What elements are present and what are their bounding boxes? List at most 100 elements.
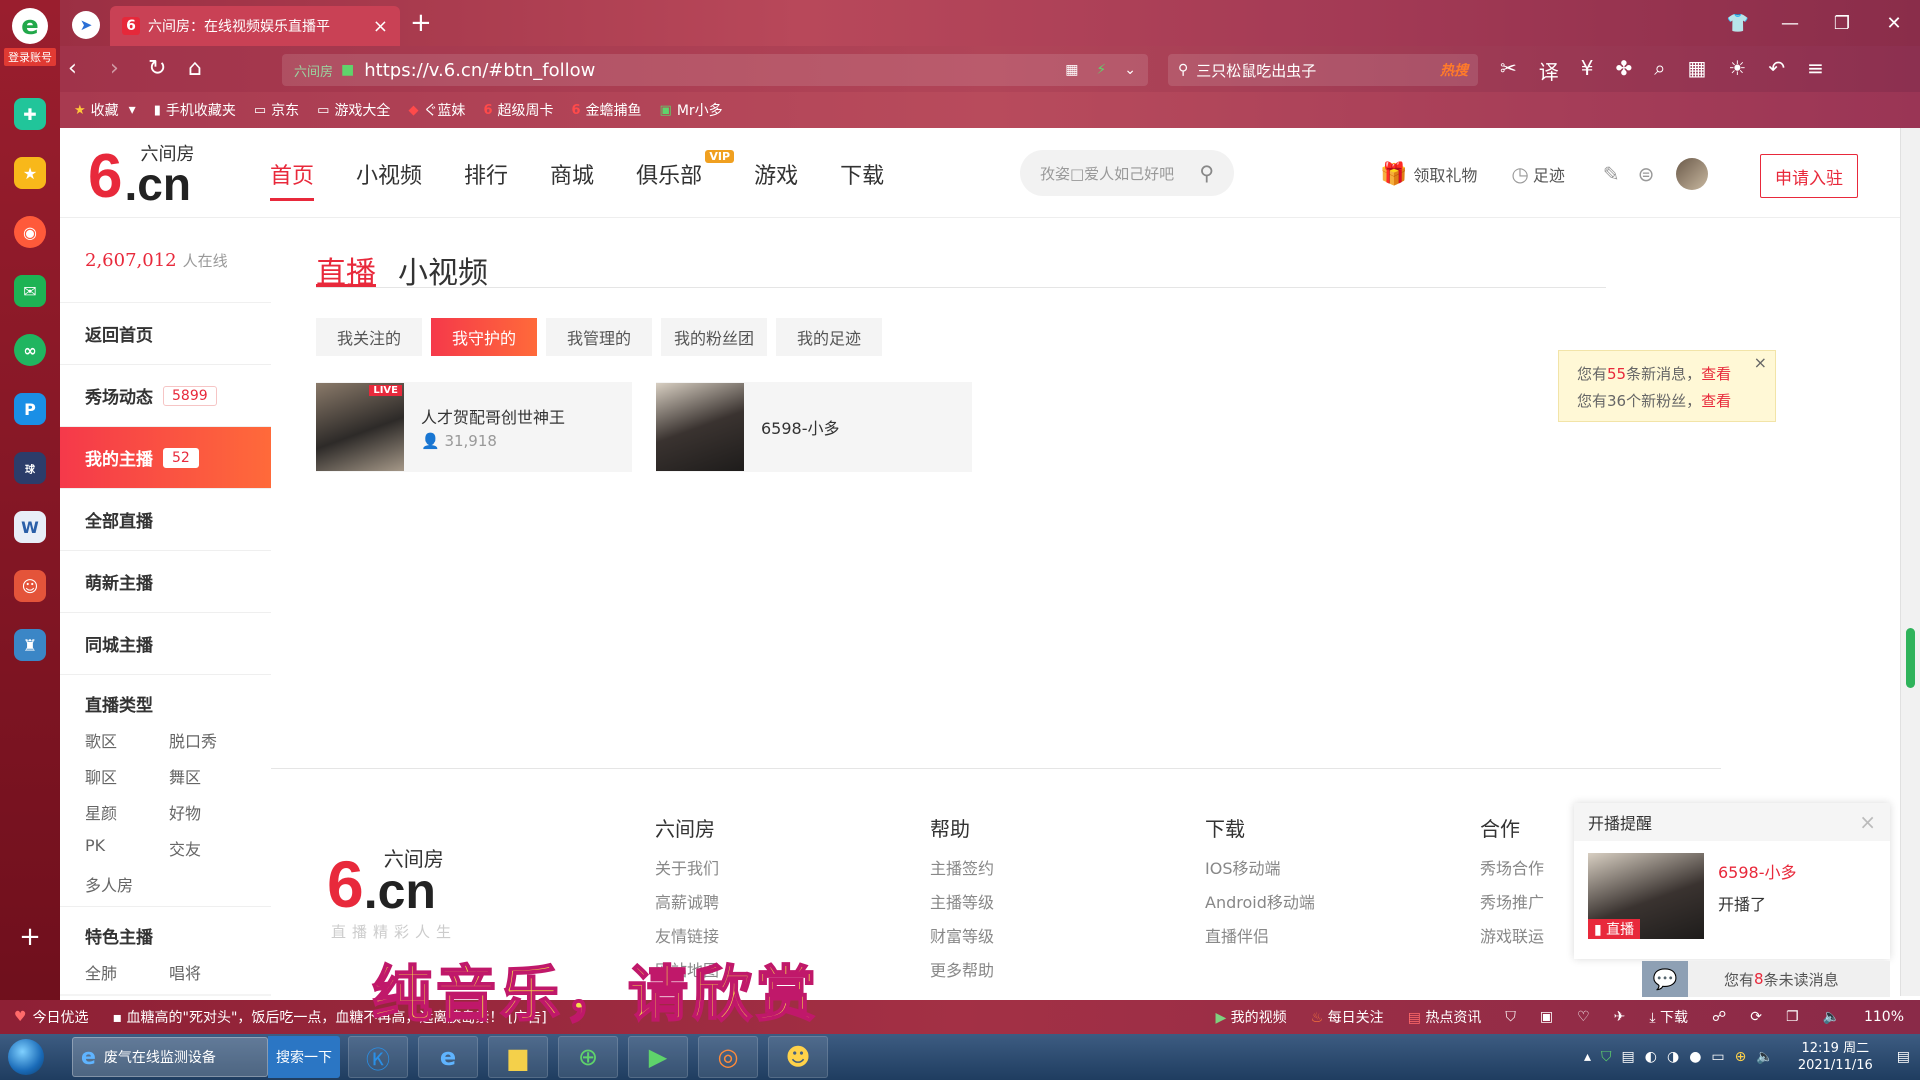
- image-icon[interactable]: ▣: [1540, 1009, 1553, 1025]
- kugou-icon[interactable]: Ⓚ: [348, 1036, 408, 1078]
- shield-icon[interactable]: ⛉: [1505, 1009, 1516, 1025]
- tab-close-icon[interactable]: ×: [373, 16, 388, 37]
- nav-games[interactable]: 游戏: [754, 158, 798, 201]
- today-picks-link[interactable]: 今日优选: [33, 1007, 89, 1027]
- network-icon[interactable]: ☍: [1712, 1009, 1726, 1025]
- browser-account[interactable]: e 登录账号: [0, 0, 60, 74]
- bookmark-item[interactable]: ★ 收藏 ▾: [74, 100, 136, 120]
- type-link[interactable]: 好物: [169, 800, 253, 824]
- restore-icon[interactable]: ❐: [1816, 13, 1868, 34]
- browser-tab-active[interactable]: 6 六间房：在线视频娱乐直播平 ×: [110, 6, 400, 46]
- download-link[interactable]: ⤓ 下载: [1649, 1007, 1688, 1027]
- speaker-icon[interactable]: 🔈: [1756, 1049, 1773, 1065]
- translate-icon[interactable]: 译: [1539, 56, 1559, 85]
- tab-short-video[interactable]: 小视频: [398, 248, 488, 291]
- footer-link[interactable]: 游戏联运: [1480, 920, 1544, 954]
- type-link[interactable]: 舞区: [169, 764, 253, 788]
- navigation-compass-icon[interactable]: ➤: [72, 11, 100, 39]
- qq-icon[interactable]: ◐: [1645, 1049, 1657, 1065]
- circle-icon[interactable]: ●: [1689, 1049, 1701, 1065]
- anchor-name[interactable]: 人才贺配哥创世神王: [421, 404, 565, 428]
- volume-icon[interactable]: 🔈: [1823, 1009, 1840, 1025]
- bookmark-item[interactable]: ◆ ぐ蓝妹: [408, 100, 465, 120]
- qr-code-icon[interactable]: ▦: [1065, 62, 1078, 78]
- weibo-icon[interactable]: ◉: [14, 216, 46, 248]
- subtab-guarding[interactable]: 我守护的: [431, 318, 537, 356]
- page-scrollbar[interactable]: [1900, 128, 1920, 996]
- type-link[interactable]: 脱口秀: [169, 728, 253, 752]
- search-icon[interactable]: ⚲: [1199, 161, 1214, 185]
- nav-mall[interactable]: 商城: [550, 158, 594, 201]
- clock-icon[interactable]: ◷: [1511, 162, 1528, 186]
- anchor-thumbnail[interactable]: ▮ 直播: [1588, 853, 1704, 939]
- nav-ranking[interactable]: 排行: [464, 158, 508, 201]
- subtab-following[interactable]: 我关注的: [316, 318, 422, 356]
- new-tab-button[interactable]: +: [410, 8, 432, 38]
- folder-icon[interactable]: ▆: [488, 1036, 548, 1078]
- display-icon[interactable]: ▭: [1711, 1049, 1724, 1065]
- mail-icon[interactable]: ✉: [14, 275, 46, 307]
- site-logo[interactable]: 6 六间房 .cn: [88, 146, 194, 208]
- footer-link[interactable]: 秀场合作: [1480, 852, 1544, 886]
- unread-messages-bar[interactable]: 💬 您有 8 条未读消息: [1642, 961, 1890, 997]
- edit-icon[interactable]: ✎: [1603, 162, 1620, 186]
- apply-join-button[interactable]: 申请入驻: [1760, 154, 1858, 198]
- forward-icon[interactable]: ›: [110, 56, 119, 81]
- browser-icon[interactable]: ⊕: [558, 1036, 618, 1078]
- sidebar-item-home[interactable]: 返回首页: [60, 303, 271, 365]
- anchor-thumbnail[interactable]: [656, 383, 744, 471]
- type-link[interactable]: 全肺: [85, 960, 169, 984]
- url-dropdown-icon[interactable]: ⌄: [1124, 62, 1136, 78]
- window-icon[interactable]: ❐: [1786, 1009, 1799, 1025]
- daily-follow-link[interactable]: ♨ 每日关注: [1311, 1007, 1384, 1027]
- view-fans-link[interactable]: 查看: [1701, 392, 1731, 410]
- subtab-managing[interactable]: 我管理的: [546, 318, 652, 356]
- browser-menu-icon[interactable]: ≡: [1807, 56, 1824, 85]
- subtab-fan-club[interactable]: 我的粉丝团: [661, 318, 767, 356]
- sidebar-item-all-live[interactable]: 全部直播: [60, 489, 271, 551]
- url-text[interactable]: https://v.6.cn/#btn_follow: [364, 60, 1065, 81]
- type-link[interactable]: 星颜: [85, 800, 169, 824]
- bookmark-item[interactable]: ▮ 手机收藏夹: [154, 100, 236, 120]
- speed-icon[interactable]: ✈: [1614, 1009, 1626, 1025]
- gamepad-icon[interactable]: ✤: [1616, 56, 1633, 85]
- browser-search-input[interactable]: 三只松鼠吃出虫子: [1196, 60, 1440, 81]
- sidebar-item-show-updates[interactable]: 秀场动态 5899: [60, 365, 271, 427]
- bookmark-item[interactable]: ▭ 京东: [254, 100, 299, 120]
- site-search-input[interactable]: 孜姿□爱人如己好吧 ⚲: [1020, 150, 1234, 196]
- player-icon[interactable]: ▶: [628, 1036, 688, 1078]
- zoom-level[interactable]: 110%: [1864, 1009, 1904, 1025]
- footer-link[interactable]: IOS移动端: [1205, 852, 1315, 886]
- health-icon[interactable]: ♡: [1577, 1009, 1590, 1025]
- footer-link[interactable]: 关于我们: [655, 852, 719, 886]
- clock[interactable]: 12:19 周二 2021/11/16: [1798, 1040, 1873, 1074]
- view-messages-link[interactable]: 查看: [1701, 365, 1731, 383]
- anchor-card[interactable]: LIVE 人才贺配哥创世神王 👤 31,918: [316, 382, 632, 472]
- footer-link[interactable]: Android移动端: [1205, 886, 1315, 920]
- sync-icon[interactable]: ⟳: [1750, 1009, 1762, 1025]
- brightness-icon[interactable]: ☀: [1728, 56, 1746, 85]
- footer-link[interactable]: 财富等级: [930, 920, 994, 954]
- bookmark-item[interactable]: 6 超级周卡: [483, 100, 553, 120]
- footer-link[interactable]: 主播签约: [930, 852, 994, 886]
- home-icon[interactable]: ⌂: [188, 56, 202, 81]
- my-videos-link[interactable]: ▶ 我的视频: [1215, 1007, 1286, 1027]
- anchor-name[interactable]: 6598-小多: [1718, 859, 1797, 883]
- url-field[interactable]: 六间房 ■ https://v.6.cn/#btn_follow ▦ ⚡ ⌄: [282, 54, 1148, 86]
- tray-expand-icon[interactable]: ▴: [1584, 1049, 1591, 1065]
- footer-link[interactable]: 秀场推广: [1480, 886, 1544, 920]
- nav-home[interactable]: 首页: [270, 158, 315, 201]
- news-icon[interactable]: 球: [14, 452, 46, 484]
- message-icon[interactable]: ⊜: [1638, 162, 1655, 186]
- pp-icon[interactable]: P: [14, 393, 46, 425]
- subtab-footprint[interactable]: 我的足迹: [776, 318, 882, 356]
- chat-icon[interactable]: ☻: [768, 1036, 828, 1078]
- window-close-icon[interactable]: ✕: [1868, 13, 1920, 34]
- close-icon[interactable]: ×: [1754, 349, 1767, 376]
- footprint-link[interactable]: 足迹: [1533, 162, 1565, 186]
- colorful-icon[interactable]: ◎: [698, 1036, 758, 1078]
- footer-link[interactable]: 主播等级: [930, 886, 994, 920]
- footer-link[interactable]: 高薪诚聘: [655, 886, 719, 920]
- sidebar-item-my-anchors[interactable]: 我的主播 52: [60, 427, 271, 489]
- hot-search-badge[interactable]: 热搜: [1440, 60, 1468, 80]
